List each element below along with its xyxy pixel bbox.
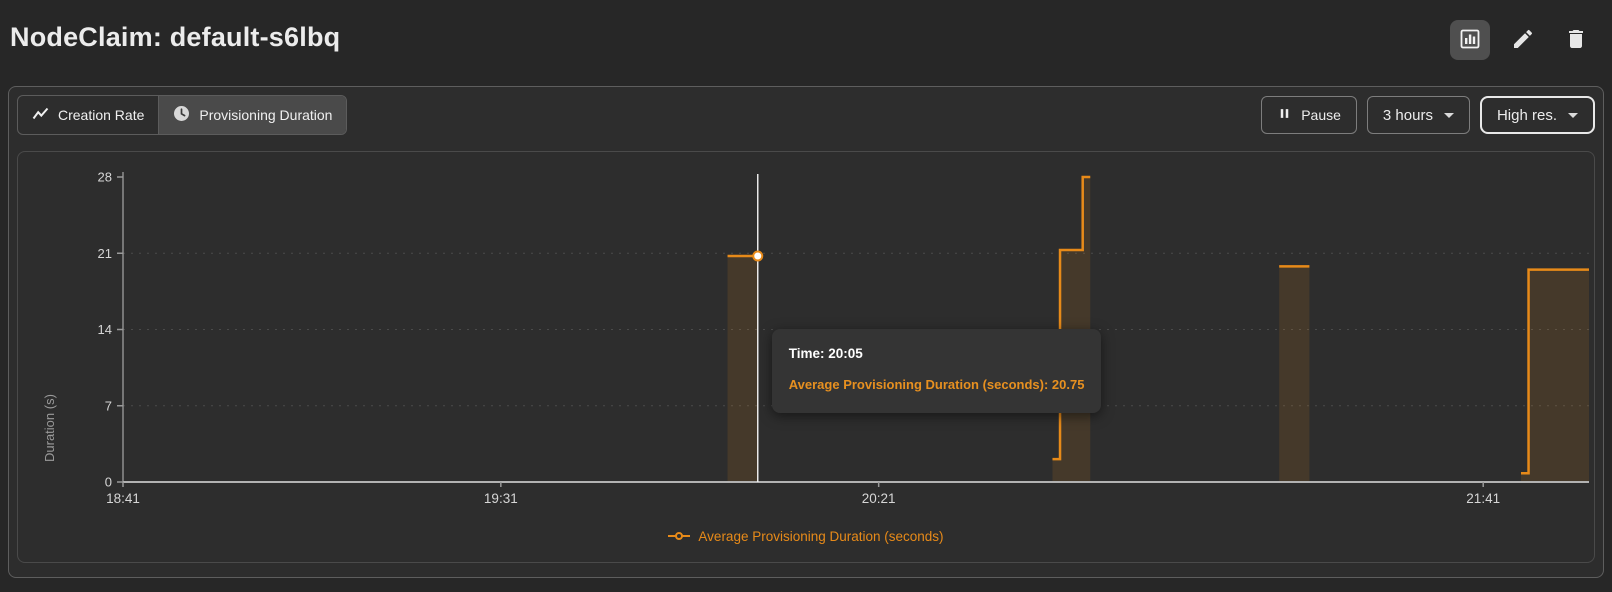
tooltip-time: Time: 20:05 <box>789 346 1085 361</box>
metrics-chart-button[interactable] <box>1450 20 1490 60</box>
time-range-dropdown[interactable]: 3 hours <box>1367 96 1470 134</box>
x-tick-label: 18:41 <box>106 491 140 506</box>
bar-chart-icon <box>1458 27 1482 54</box>
duration-chart-container: 0 7 14 21 28 18:41 19:31 20:21 21:41 Duration (s… <box>17 151 1595 563</box>
hover-marker <box>753 251 762 260</box>
time-range-value: 3 hours <box>1383 107 1433 124</box>
resolution-dropdown[interactable]: High res. <box>1480 96 1595 134</box>
metrics-card: Creation Rate Provisioning Duration <box>8 86 1604 578</box>
y-tick-label: 14 <box>98 322 112 337</box>
chart-toolbar: Creation Rate Provisioning Duration <box>17 95 1595 135</box>
tab-provisioning-duration[interactable]: Provisioning Duration <box>158 96 346 134</box>
header-actions <box>1450 20 1596 60</box>
chart-controls: Pause 3 hours High res. <box>1261 96 1595 134</box>
chevron-down-icon <box>1568 113 1578 118</box>
x-tick-label: 21:41 <box>1466 491 1500 506</box>
pencil-icon <box>1511 27 1535 54</box>
chevron-down-icon <box>1444 113 1454 118</box>
resolution-value: High res. <box>1497 107 1557 124</box>
page-title: NodeClaim: default-s6lbq <box>10 22 340 53</box>
trash-icon <box>1564 27 1588 54</box>
tab-label: Provisioning Duration <box>199 107 332 123</box>
series-area <box>1521 270 1589 482</box>
metric-tab-group: Creation Rate Provisioning Duration <box>17 95 347 135</box>
edit-button[interactable] <box>1503 20 1543 60</box>
nodeclaim-metrics-screen: NodeClaim: default-s6lbq <box>0 0 1612 592</box>
x-tick-label: 19:31 <box>484 491 518 506</box>
y-tick-label: 0 <box>105 475 112 490</box>
tab-creation-rate[interactable]: Creation Rate <box>18 96 158 134</box>
chart-legend[interactable]: Average Provisioning Duration (seconds) <box>18 529 1594 544</box>
legend-label: Average Provisioning Duration (seconds) <box>698 529 943 544</box>
pause-label: Pause <box>1301 107 1341 123</box>
pause-button[interactable]: Pause <box>1261 96 1357 134</box>
delete-button[interactable] <box>1556 20 1596 60</box>
y-axis-label: Duration (s) <box>42 292 57 462</box>
series-area <box>728 256 758 482</box>
legend-marker-icon <box>668 529 690 544</box>
clock-icon <box>173 105 190 125</box>
tab-label: Creation Rate <box>58 107 144 123</box>
y-tick-label: 21 <box>98 246 112 261</box>
x-tick-label: 20:21 <box>862 491 896 506</box>
trend-line-icon <box>32 106 49 124</box>
chart-tooltip: Time: 20:05 Average Provisioning Duratio… <box>772 329 1102 413</box>
pause-icon <box>1277 106 1292 124</box>
y-tick-label: 28 <box>98 170 112 185</box>
y-tick-label: 7 <box>105 398 112 413</box>
tooltip-series-value: Average Provisioning Duration (seconds):… <box>789 377 1085 392</box>
series-area <box>1279 266 1309 482</box>
